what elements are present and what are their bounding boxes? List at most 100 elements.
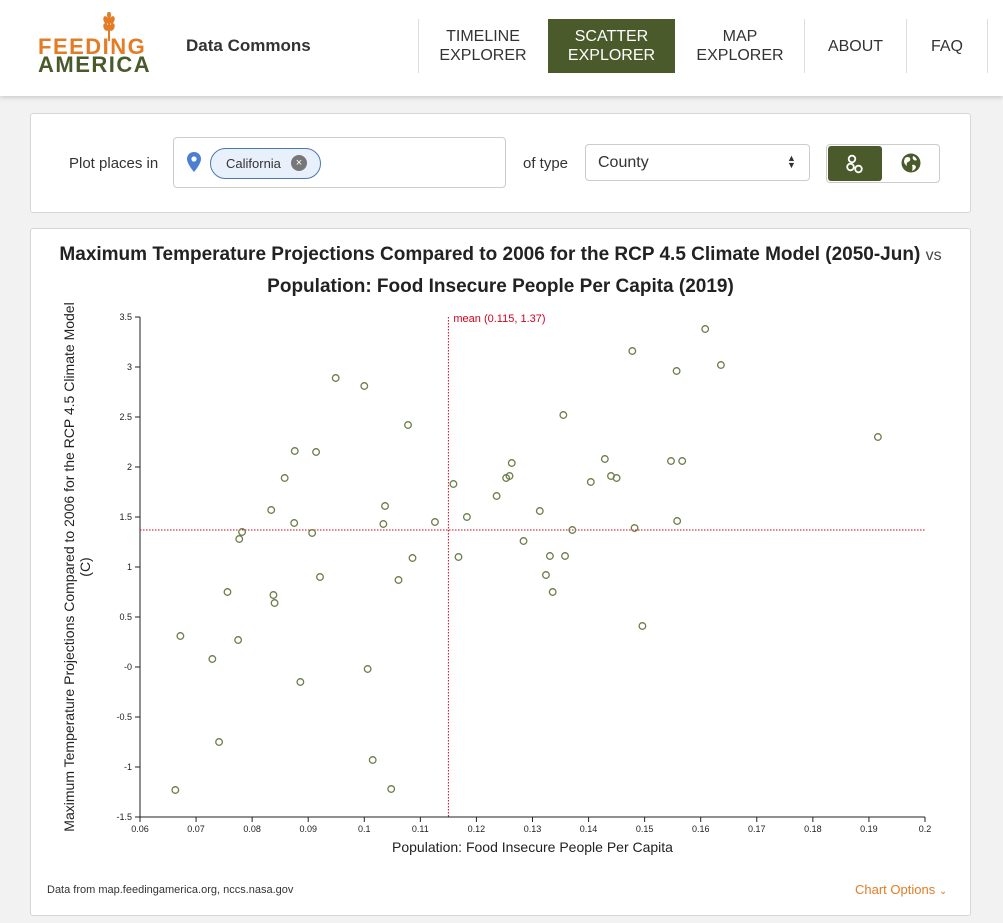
y-axis-label: Maximum Temperature Projections Compared… [61, 302, 93, 831]
y-tick-label: 0.5 [119, 612, 132, 622]
y-tick-label: -1 [124, 762, 132, 772]
data-point [269, 591, 278, 599]
data-point [492, 492, 501, 500]
data-point [387, 785, 396, 793]
data-point [176, 632, 185, 640]
y-tick-label: -0.5 [116, 712, 132, 722]
nav-label: FAQ [930, 37, 963, 55]
globe-icon [901, 153, 921, 173]
nav-scatter-explorer[interactable]: SCATTER EXPLORER [548, 19, 675, 73]
mean-label: mean (0.115, 1.37) [453, 313, 545, 325]
site-subtitle: Data Commons [186, 36, 311, 55]
nav-label: ABOUT [827, 37, 884, 55]
x-tick-label: 0.11 [412, 824, 429, 834]
data-point [368, 756, 377, 764]
data-point [379, 520, 388, 528]
data-point [561, 552, 569, 560]
nav-label: EXPLORER [567, 47, 656, 64]
data-point [716, 361, 725, 369]
y-axis-label-line2: (C) [77, 557, 93, 576]
chart-options-link[interactable]: Chart Options ⌄ [855, 882, 947, 897]
x-tick-label: 0.19 [860, 824, 878, 834]
x-tick-label: 0.06 [131, 824, 149, 834]
chart-title-vs: vs [925, 247, 942, 264]
nav-map-explorer[interactable]: MAP EXPLORER [676, 19, 804, 73]
y-tick-label: -0 [124, 662, 132, 672]
nav-label: EXPLORER [439, 47, 527, 64]
data-point [381, 502, 389, 510]
data-point [701, 325, 710, 333]
chart-title-y-var: Maximum Temperature Projections Compared… [59, 244, 921, 265]
scatter-chart: 0.06 0.07 0.08 0.09 0.1 0.11 0.12 0.13 0.14 0.15 0… [61, 302, 932, 855]
data-point [542, 571, 550, 579]
data-point [270, 599, 279, 607]
nav-label: MAP [722, 28, 758, 45]
data-point [449, 480, 458, 488]
x-tick-label: 0.16 [692, 824, 710, 834]
x-tick-label: 0.2 [919, 824, 932, 834]
chart-title-line1: Maximum Temperature Projections Compared… [30, 244, 971, 266]
nav-divider [987, 19, 988, 73]
nav-about[interactable]: ABOUT [805, 19, 906, 73]
data-point [628, 347, 637, 355]
data-point [290, 447, 299, 455]
x-axis-label: Population: Food Insecure People Per Cap… [392, 839, 673, 855]
data-point [462, 513, 471, 521]
logo-text-bottom: AMERICA [38, 52, 152, 77]
data-point [454, 553, 463, 561]
plot-places-label: Plot places in [69, 155, 159, 172]
data-point [519, 537, 528, 545]
nav-label: EXPLORER [696, 47, 784, 64]
nav-faq[interactable]: FAQ [907, 19, 987, 73]
y-axis-label-line1: Maximum Temperature Projections Compared… [61, 302, 77, 831]
data-point [638, 622, 647, 630]
data-point [394, 576, 403, 584]
chart-options-label: Chart Options [855, 882, 936, 897]
y-tick-label: 1 [127, 562, 132, 572]
data-point [430, 518, 439, 526]
data-point [535, 507, 544, 515]
close-icon[interactable]: × [291, 155, 307, 171]
x-tick-label: 0.08 [243, 824, 261, 834]
x-tick-label: 0.17 [748, 824, 766, 834]
x-tick-label: 0.1 [358, 824, 371, 834]
y-tick-label: 3 [127, 362, 132, 372]
data-point [586, 478, 595, 486]
x-tick-label: 0.07 [187, 824, 205, 834]
top-header: FEEDING AMERICA Data Commons TIMELINE EXP… [0, 0, 1003, 96]
data-point [600, 455, 609, 463]
data-point [316, 573, 324, 581]
nav-label: SCATTER [574, 28, 649, 45]
data-point [548, 588, 557, 596]
x-tick-label: 0.12 [468, 824, 486, 834]
data-point [290, 519, 299, 527]
x-tick-label: 0.09 [299, 824, 317, 834]
place-chip-label: California [226, 156, 281, 171]
data-point [678, 457, 687, 465]
feeding-america-logo[interactable]: FEEDING AMERICA [38, 12, 150, 77]
data-point [234, 636, 243, 644]
data-point [296, 678, 305, 686]
data-point [404, 421, 412, 429]
data-point [171, 786, 180, 794]
x-tick-label: 0.18 [804, 824, 822, 834]
chevron-updown-icon: ▲ ▼ [787, 153, 796, 170]
scatter-view-button[interactable] [828, 146, 882, 181]
map-view-button[interactable] [884, 146, 938, 181]
data-point [873, 433, 882, 441]
x-tick-label: 0.15 [636, 824, 654, 834]
data-point [280, 474, 289, 482]
y-tick-label: 3.5 [119, 312, 132, 322]
data-source-text: Data from map.feedingamerica.org, nccs.n… [47, 884, 294, 896]
data-point [215, 738, 224, 746]
nav-label: TIMELINE [446, 28, 520, 45]
data-point [360, 382, 369, 390]
data-point [208, 655, 217, 663]
data-point [235, 535, 244, 543]
y-tick-label: 2.5 [119, 412, 132, 422]
data-point [223, 588, 232, 596]
chevron-down-icon: ⌄ [938, 886, 948, 897]
data-point [667, 457, 675, 465]
chart-title-line2: Population: Food Insecure People Per Cap… [267, 276, 734, 297]
nav-timeline-explorer[interactable]: TIMELINE EXPLORER [419, 19, 547, 73]
